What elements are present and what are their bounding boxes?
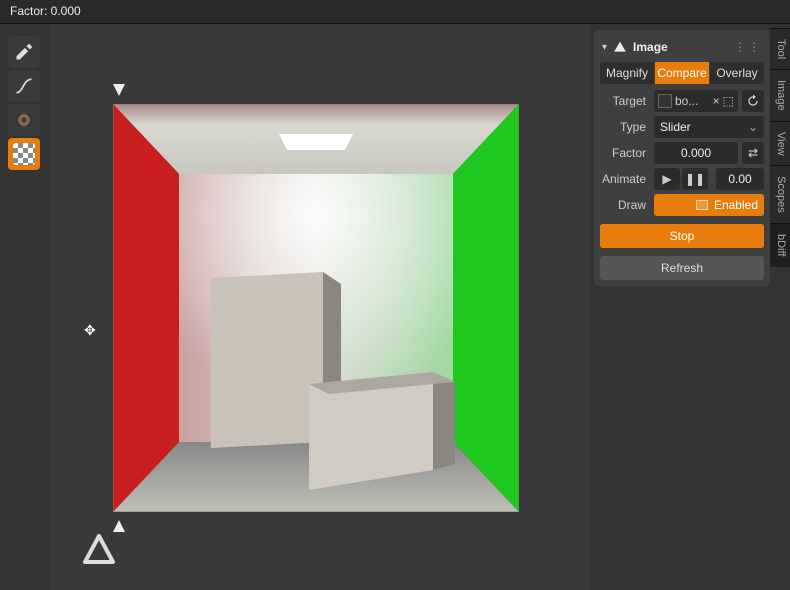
draw-enabled-button[interactable]: Enabled — [654, 194, 764, 216]
stop-label: Stop — [670, 229, 695, 243]
refresh-button[interactable]: Refresh — [600, 256, 764, 280]
factor-value: 0.000 — [681, 146, 711, 160]
right-side-tabs: Tool Image View Scopes bDiff — [770, 28, 790, 267]
side-tab-tool[interactable]: Tool — [770, 28, 790, 69]
target-field[interactable]: bo... × ⬚ — [654, 90, 738, 112]
refresh-label: Refresh — [661, 261, 703, 275]
compare-slider-bottom-handle[interactable] — [113, 520, 125, 532]
play-button[interactable]: ▶ — [654, 168, 680, 190]
overlay-triangle-icon — [81, 532, 117, 568]
stop-button[interactable]: Stop — [600, 224, 764, 248]
factor-input[interactable]: 0.000 — [654, 142, 738, 164]
image-panel: ▾ Image ⋮⋮ Magnify Compare Overlay Targe… — [594, 30, 770, 286]
target-link-icon[interactable]: ⬚ — [723, 94, 734, 108]
target-value: bo... — [675, 94, 710, 108]
side-tab-image[interactable]: Image — [770, 69, 790, 121]
target-label: Target — [600, 94, 650, 108]
tab-compare[interactable]: Compare — [655, 62, 710, 84]
viewport: ✥ — [50, 24, 590, 590]
animate-value: 0.00 — [728, 172, 751, 186]
clear-target-icon[interactable]: × — [713, 94, 720, 108]
left-toolbar — [8, 36, 44, 170]
panel-collapse-icon[interactable]: ▾ — [602, 42, 607, 53]
panel-grip-icon[interactable]: ⋮⋮ — [734, 40, 762, 54]
side-tab-bdiff[interactable]: bDiff — [770, 223, 790, 266]
type-label: Type — [600, 120, 650, 134]
move-cursor-icon: ✥ — [84, 322, 96, 339]
side-tab-view[interactable]: View — [770, 121, 790, 166]
curve-tool[interactable] — [8, 70, 40, 102]
screen-icon — [696, 200, 708, 210]
mode-tabs: Magnify Compare Overlay — [600, 62, 764, 84]
render-canvas[interactable] — [113, 104, 519, 512]
image-thumb-icon — [658, 94, 672, 108]
panel-title: Image — [633, 40, 668, 54]
type-value: Slider — [660, 120, 691, 134]
draw-value: Enabled — [714, 198, 758, 212]
animate-label: Animate — [600, 172, 650, 186]
side-tab-scopes[interactable]: Scopes — [770, 165, 790, 223]
tab-overlay[interactable]: Overlay — [710, 62, 764, 84]
eyedropper-tool[interactable] — [8, 36, 40, 68]
draw-label: Draw — [600, 198, 650, 212]
cornell-box-render — [113, 104, 519, 512]
pause-button[interactable]: ❚❚ — [682, 168, 708, 190]
panel-logo-icon — [613, 40, 627, 54]
checker-tool[interactable] — [8, 138, 40, 170]
factor-readout: Factor: 0.000 — [10, 4, 81, 18]
refresh-icon — [746, 94, 760, 108]
gear-tool[interactable] — [8, 104, 40, 136]
checker-icon — [13, 143, 35, 165]
factor-label: Factor — [600, 146, 650, 160]
tab-magnify[interactable]: Magnify — [600, 62, 655, 84]
type-select[interactable]: Slider — [654, 116, 764, 138]
animate-value-input[interactable]: 0.00 — [716, 168, 764, 190]
compare-slider-top-handle[interactable] — [113, 84, 125, 96]
factor-swap-button[interactable]: ⇄ — [742, 142, 764, 164]
refresh-target-button[interactable] — [742, 90, 764, 112]
